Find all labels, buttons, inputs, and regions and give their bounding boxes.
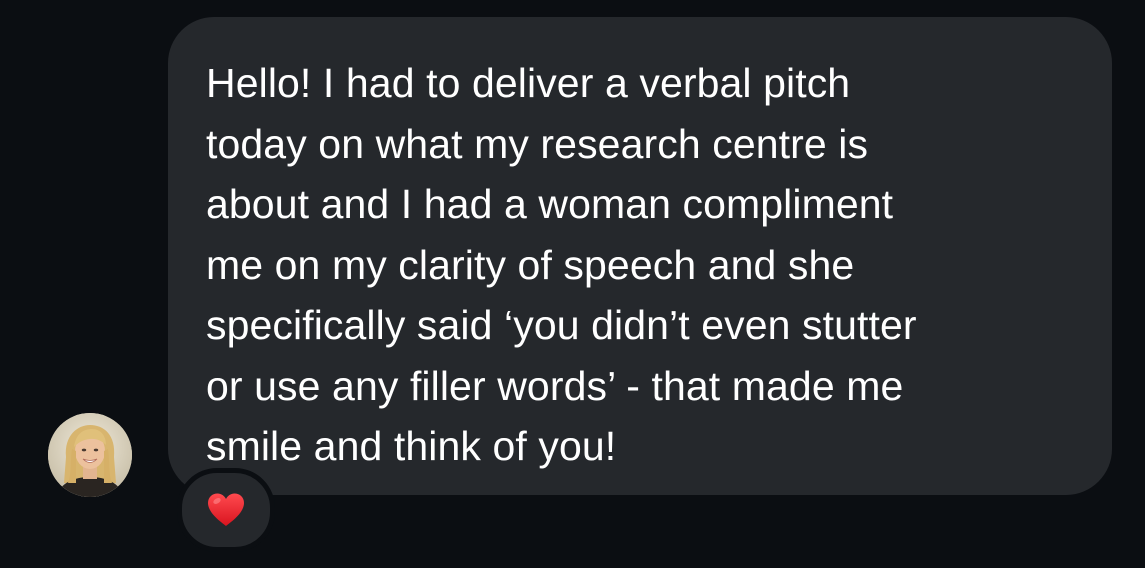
reaction-badge[interactable] <box>177 468 275 552</box>
message-text: Hello! I had to deliver a verbal pitch t… <box>206 60 917 469</box>
message-bubble[interactable]: Hello! I had to deliver a verbal pitch t… <box>168 17 1112 495</box>
chat-screen: Hello! I had to deliver a verbal pitch t… <box>0 0 1145 568</box>
avatar[interactable] <box>48 413 132 497</box>
profile-photo <box>48 413 132 497</box>
red-heart-icon <box>208 493 244 526</box>
